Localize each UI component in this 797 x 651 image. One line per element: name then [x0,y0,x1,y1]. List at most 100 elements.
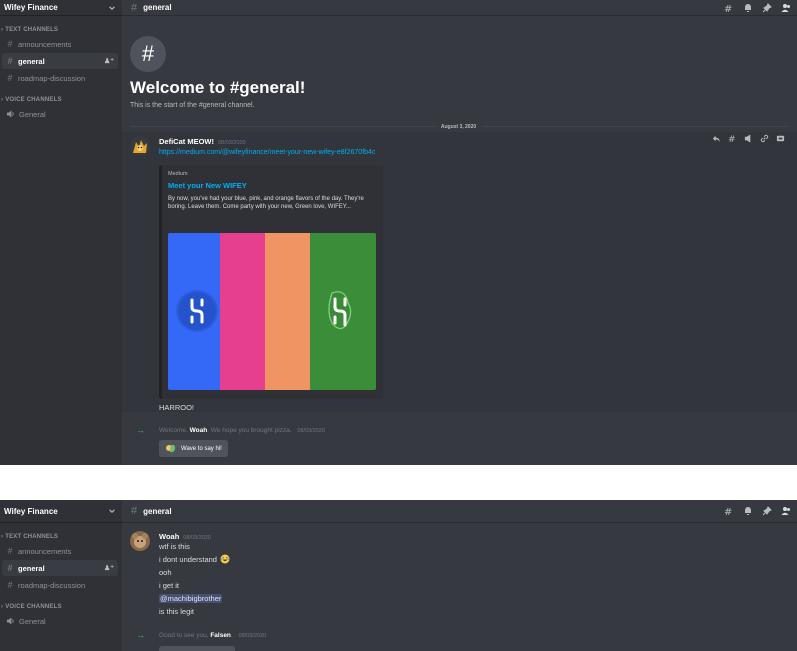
mute-icon[interactable] [744,134,753,143]
channel-header: # general # [122,0,797,16]
wave-sticker-icon [166,444,176,453]
server-name: Wifey Finance [4,506,58,516]
hash-icon: # [7,563,13,573]
category-arrow-icon: › [1,27,4,33]
channel-label: roadmap-discussion [18,73,86,83]
message-area: # Welcome to #general! This is the start… [122,16,797,465]
svg-text:#: # [724,4,732,13]
embed-provider[interactable]: Medium [168,171,188,177]
svg-text:#: # [724,507,732,516]
message-line: wtf is this [159,542,190,551]
stripe-pink [220,233,266,390]
user-mention[interactable]: @machibigbrother [159,594,223,603]
reply-icon[interactable] [712,134,721,143]
voice-channel-general[interactable]: General [2,613,118,629]
server-header[interactable]: Wifey Finance [0,0,122,16]
system-timestamp: 08/03/2020 [297,428,325,434]
channel-label: announcements [18,39,72,49]
channel-general[interactable]: # general ♟⁺ [2,560,118,576]
embed-image[interactable] [168,233,376,390]
message-timestamp: 08/03/2020 [218,140,246,146]
hash-icon: # [131,505,138,517]
channel-general[interactable]: # general ♟⁺ [2,53,118,69]
wave-button-label: Wave to say hi! [181,445,222,452]
join-arrow-icon: → [136,630,145,640]
category-label: TEXT CHANNELS [5,27,59,33]
embed-title[interactable]: Meet your New WIFEY [168,181,247,190]
channel-label: roadmap-discussion [18,580,86,590]
category-arrow-icon: › [1,604,4,610]
message-link[interactable]: https://medium.com/@wifeyfinance/meet-yo… [159,149,375,156]
message-author[interactable]: DefiCat MEOW! [159,137,214,146]
hash-icon: # [7,56,13,66]
invite-member-icon[interactable]: ♟⁺ [104,57,114,65]
system-welcome-message: Welcome, Woah. We hope you brought pizza… [159,427,325,434]
threads-icon[interactable]: # [724,506,734,516]
channel-sidebar: Wifey Finance › TEXT CHANNELS # announce… [0,0,122,465]
channel-hash-badge: # [130,36,166,72]
wave-button[interactable]: Wave to say hi! [159,440,228,457]
invite-member-icon[interactable]: ♟⁺ [104,564,114,572]
hash-icon: # [131,1,138,14]
avatar-woah[interactable] [130,531,150,551]
pin-icon[interactable] [762,2,772,13]
message-line: i dont understand [159,554,217,564]
server-header[interactable]: Wifey Finance [0,500,122,523]
category-label: VOICE CHANNELS [5,604,62,610]
server-name: Wifey Finance [4,3,58,12]
category-text-channels[interactable]: › TEXT CHANNELS [0,25,122,35]
channel-sidebar: Wifey Finance › TEXT CHANNELS # announce… [0,500,122,651]
join-arrow-icon: → [136,425,145,435]
yearn-logo-icon [176,290,218,332]
system-user[interactable]: Falsen [210,632,231,639]
members-icon[interactable] [781,3,791,13]
bell-icon[interactable] [743,506,753,516]
message-author[interactable]: Woah [159,532,179,541]
category-voice-channels[interactable]: › VOICE CHANNELS [0,602,122,612]
message-timestamp: 08/03/2020 [183,535,211,541]
message-line: ooh [159,568,172,577]
message-header: DefiCat MEOW! 08/03/2020 [159,137,246,146]
category-text-channels[interactable]: › TEXT CHANNELS [0,532,122,542]
avatar-deficat[interactable] [130,136,150,156]
system-user[interactable]: Woah [190,427,208,434]
category-voice-channels[interactable]: › VOICE CHANNELS [0,95,122,105]
bell-icon[interactable] [743,3,753,13]
hash-icon: # [7,73,13,83]
date-divider-label: August 3, 2020 [434,124,483,130]
embed-description: By now, you've had your blue, pink, and … [168,196,364,210]
message-followup: HARROO! [159,403,195,412]
message-line-row: i dont understand [159,554,230,564]
laughing-emoji-icon [220,554,230,564]
link-icon[interactable] [760,134,769,143]
system-suffix: . We hope you brought pizza. [207,427,292,434]
members-icon[interactable] [781,506,791,516]
welcome-subtitle: This is the start of the #general channe… [130,102,255,109]
system-timestamp: 08/03/2020 [238,633,267,639]
system-suffix: . [230,632,233,639]
threads-icon[interactable]: # [724,3,734,13]
channel-label: announcements [18,546,72,556]
channel-announcements[interactable]: # announcements [2,543,118,559]
message-line: i get it [159,581,180,590]
category-label: VOICE CHANNELS [5,97,62,103]
channel-roadmap-discussion[interactable]: # roadmap-discussion [2,577,118,593]
more-icon[interactable] [776,134,785,143]
speaker-icon [6,617,14,625]
wave-button[interactable] [159,646,235,651]
voice-channel-general[interactable]: General [2,106,118,122]
pin-icon[interactable] [762,506,772,516]
channel-roadmap-discussion[interactable]: # roadmap-discussion [2,70,118,86]
hash-icon: # [7,39,13,49]
chevron-down-icon [109,5,115,10]
bottom-screenshot: Wifey Finance › TEXT CHANNELS # announce… [0,500,797,651]
category-arrow-icon: › [1,97,4,103]
thread-icon[interactable]: # [728,134,737,143]
speaker-icon [6,110,14,118]
category-arrow-icon: › [1,534,4,540]
channel-announcements[interactable]: # announcements [2,36,118,52]
hash-icon: # [7,580,13,590]
channel-label: General [19,616,46,626]
wifey-logo-icon [328,291,352,330]
message-line-mention: @machibigbrother [159,594,223,603]
